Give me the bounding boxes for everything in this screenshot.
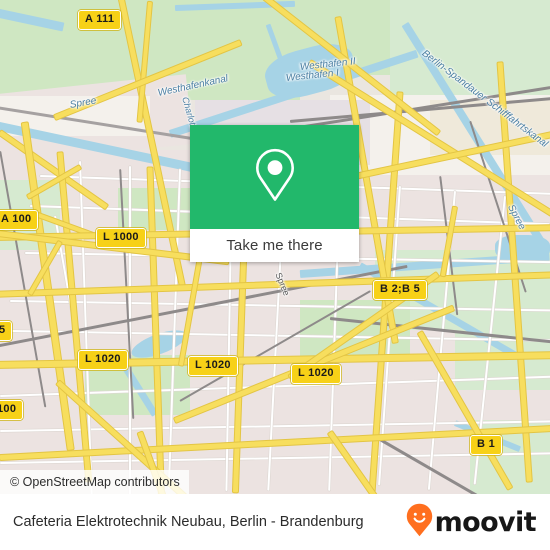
- road-shield: L 1000: [96, 228, 146, 248]
- card-action-area[interactable]: Take me there: [190, 229, 359, 262]
- moovit-wordmark: moovit: [434, 506, 537, 538]
- footer-bar: Cafeteria Elektrotechnik Neubau, Berlin …: [0, 494, 550, 550]
- road-shield: A 111: [78, 10, 122, 30]
- place-title: Cafeteria Elektrotechnik Neubau, Berlin …: [13, 514, 364, 530]
- road-shield: L 1020: [291, 364, 341, 384]
- card-pin-area: [190, 125, 359, 229]
- moovit-logo[interactable]: moovit: [406, 503, 550, 542]
- take-me-there-button[interactable]: Take me there: [226, 237, 322, 254]
- map-screenshot: Westhafenkanal Westhafen II Westhafen I …: [0, 0, 550, 550]
- map-canvas[interactable]: Westhafenkanal Westhafen II Westhafen I …: [0, 0, 550, 494]
- road-shield: L 1020: [188, 356, 238, 376]
- road-shield: A 100: [0, 210, 39, 230]
- road-shield: B 2;B 5: [373, 280, 427, 300]
- moovit-pin-icon: [406, 503, 433, 542]
- road-shield: 100: [0, 400, 24, 420]
- road-shield: L 1020: [78, 350, 128, 370]
- road-shield: B 1: [470, 435, 503, 455]
- road-shield: 5: [0, 321, 13, 341]
- location-callout-card[interactable]: Take me there: [190, 125, 359, 262]
- map-attribution: © OpenStreetMap contributors: [0, 470, 189, 494]
- attribution-text: © OpenStreetMap contributors: [10, 475, 180, 489]
- location-pin-icon: [255, 148, 295, 207]
